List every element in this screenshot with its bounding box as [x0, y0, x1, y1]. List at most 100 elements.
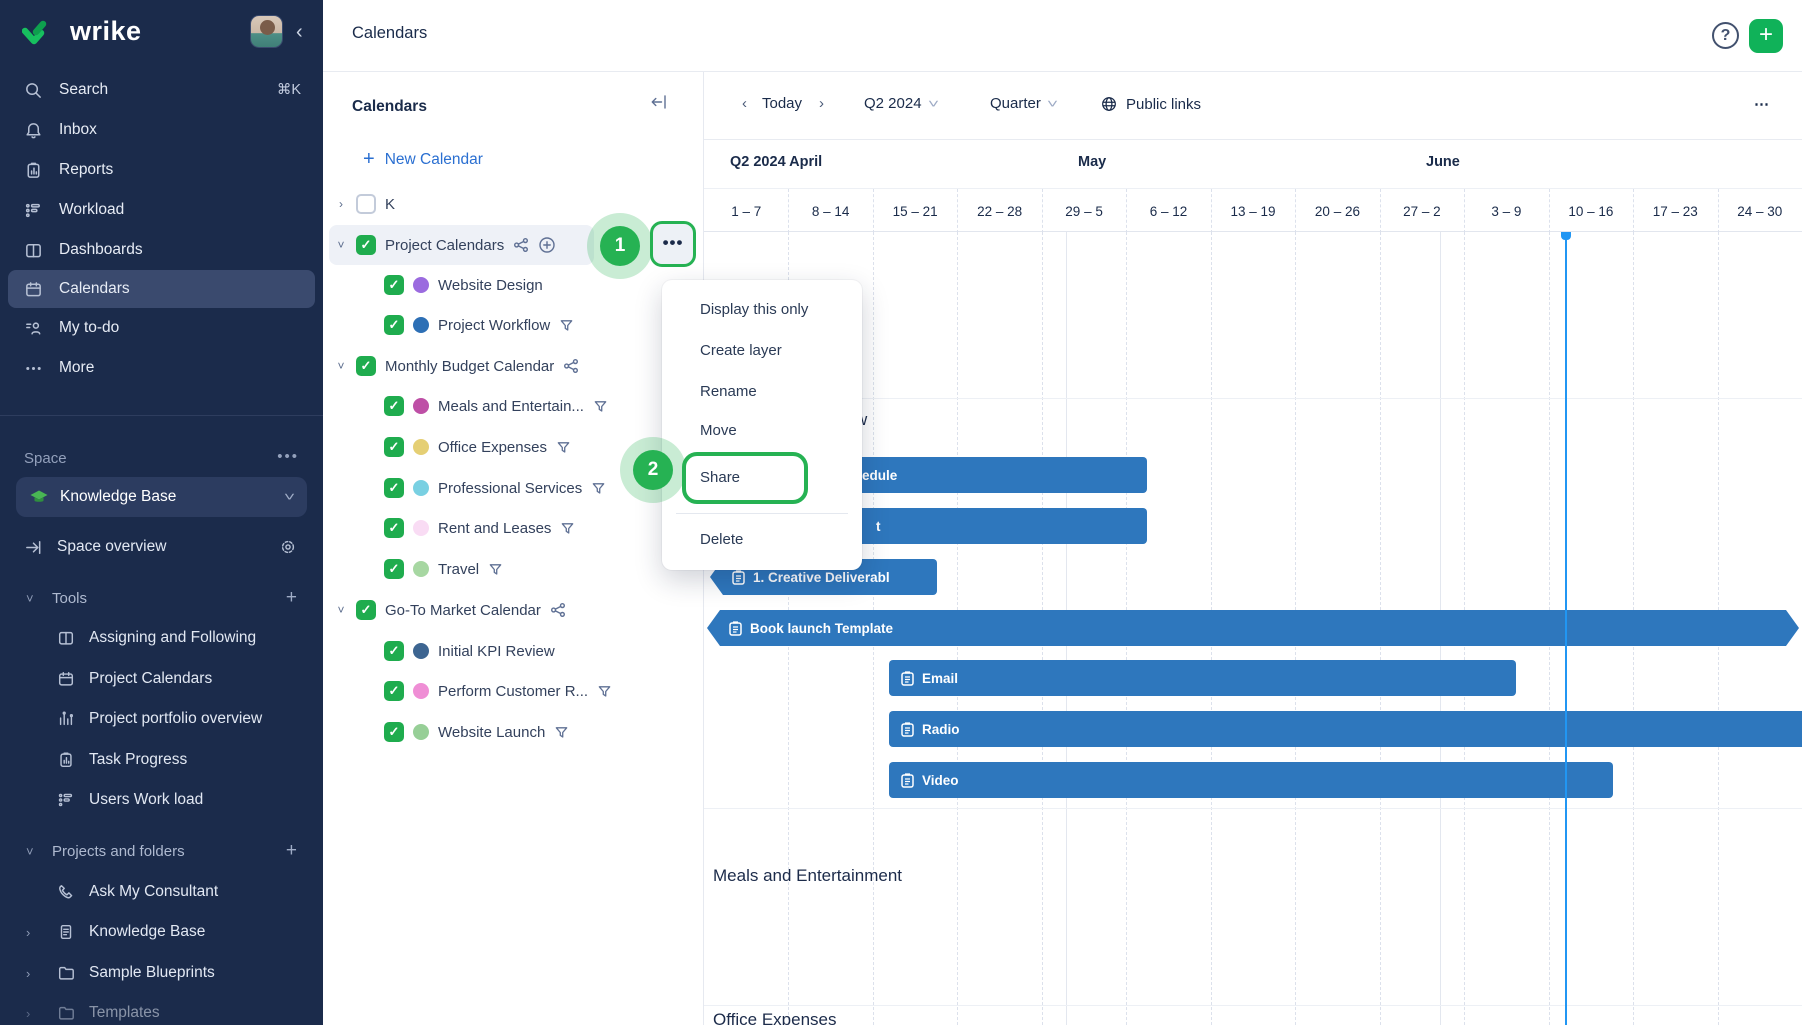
- task-bar-video[interactable]: Video: [889, 762, 1613, 798]
- share-icon[interactable]: [563, 358, 579, 374]
- task-bar-radio[interactable]: Radio: [889, 711, 1802, 747]
- checkbox-checked[interactable]: ✓: [384, 396, 404, 416]
- sidebar-item-knowledge-base-folder[interactable]: › Knowledge Base: [0, 912, 323, 952]
- checkbox-checked[interactable]: ✓: [384, 437, 404, 457]
- task-bar-book-launch-template[interactable]: Book launch Template: [707, 610, 1799, 646]
- week-cell[interactable]: 8 – 14: [788, 189, 872, 233]
- menu-item-display-this-only[interactable]: Display this only: [662, 290, 862, 330]
- sidebar-item-templates[interactable]: › Templates: [0, 993, 323, 1025]
- checkbox-checked[interactable]: ✓: [356, 600, 376, 620]
- filter-icon[interactable]: [559, 318, 574, 333]
- gear-icon[interactable]: [279, 538, 297, 556]
- week-cell[interactable]: 13 – 19: [1211, 189, 1295, 233]
- menu-item-delete[interactable]: Delete: [662, 520, 862, 560]
- filter-icon[interactable]: [591, 481, 606, 496]
- create-button[interactable]: +: [1749, 19, 1783, 53]
- period-selector[interactable]: Q2 2024 ˅: [864, 95, 937, 112]
- new-calendar-button[interactable]: + New Calendar: [363, 148, 483, 171]
- public-links-button[interactable]: Public links: [1100, 95, 1201, 113]
- week-cell[interactable]: 1 – 7: [704, 189, 788, 233]
- week-cell[interactable]: 3 – 9: [1464, 189, 1548, 233]
- tree-row-website-design[interactable]: ✓ Website Design: [323, 265, 704, 305]
- sidebar-item-assigning-and-following[interactable]: Assigning and Following: [0, 618, 323, 658]
- sidebar-item-search[interactable]: Search ⌘K: [0, 70, 323, 110]
- add-project-icon[interactable]: +: [286, 840, 297, 862]
- next-period-icon[interactable]: ›: [819, 95, 824, 112]
- week-cell[interactable]: 6 – 12: [1126, 189, 1210, 233]
- menu-item-rename[interactable]: Rename: [662, 372, 862, 412]
- week-cell[interactable]: 29 – 5: [1042, 189, 1126, 233]
- sidebar-item-my-todo[interactable]: My to-do: [0, 308, 323, 348]
- week-cell[interactable]: 27 – 2: [1380, 189, 1464, 233]
- checkbox-unchecked[interactable]: [356, 194, 376, 214]
- menu-item-create-layer[interactable]: Create layer: [662, 331, 862, 371]
- filter-icon[interactable]: [556, 440, 571, 455]
- sidebar-item-project-calendars[interactable]: Project Calendars: [0, 659, 323, 699]
- checkbox-checked[interactable]: ✓: [356, 235, 376, 255]
- tree-row-website-launch[interactable]: ✓ Website Launch: [323, 712, 704, 752]
- menu-item-share[interactable]: Share: [686, 456, 804, 500]
- sidebar-item-reports[interactable]: Reports: [0, 150, 323, 190]
- timeline-more-button[interactable]: ⋯: [1754, 95, 1770, 113]
- checkbox-checked[interactable]: ✓: [384, 559, 404, 579]
- projects-and-folders-section-header[interactable]: ˅ Projects and folders +: [0, 831, 323, 871]
- checkbox-checked[interactable]: ✓: [384, 681, 404, 701]
- space-selector[interactable]: Knowledge Base ˅: [16, 477, 307, 517]
- sidebar-item-inbox[interactable]: Inbox: [0, 110, 323, 150]
- week-cell[interactable]: 24 – 30: [1718, 189, 1802, 233]
- week-cell[interactable]: 22 – 28: [957, 189, 1041, 233]
- tree-row-meals-and-entertainment[interactable]: ✓ Meals and Entertain...: [323, 386, 704, 426]
- space-more-icon[interactable]: •••: [277, 448, 299, 465]
- sidebar-item-workload[interactable]: Workload: [0, 190, 323, 230]
- zoom-selector[interactable]: Quarter ˅: [990, 95, 1056, 112]
- checkbox-checked[interactable]: ✓: [384, 315, 404, 335]
- checkbox-checked[interactable]: ✓: [384, 478, 404, 498]
- share-icon[interactable]: [550, 602, 566, 618]
- checkbox-checked[interactable]: ✓: [384, 275, 404, 295]
- sidebar-item-project-portfolio-overview[interactable]: Project portfolio overview: [0, 699, 323, 739]
- tree-row-initial-kpi-review[interactable]: ✓ Initial KPI Review: [323, 631, 704, 671]
- week-cell[interactable]: 20 – 26: [1295, 189, 1379, 233]
- add-tool-icon[interactable]: +: [286, 587, 297, 609]
- tree-row-k[interactable]: › K: [323, 184, 704, 224]
- checkbox-checked[interactable]: ✓: [384, 641, 404, 661]
- filter-icon[interactable]: [488, 562, 503, 577]
- tree-row-perform-customer-research[interactable]: ✓ Perform Customer R...: [323, 671, 704, 711]
- checkbox-checked[interactable]: ✓: [384, 518, 404, 538]
- share-icon[interactable]: [513, 237, 529, 253]
- sidebar-item-ask-my-consultant[interactable]: Ask My Consultant: [0, 872, 323, 912]
- sidebar-item-more[interactable]: More: [0, 348, 323, 388]
- tree-row-project-calendars[interactable]: ˅ ✓ Project Calendars: [323, 225, 704, 265]
- sidebar-item-sample-blueprints[interactable]: › Sample Blueprints: [0, 953, 323, 993]
- sidebar-item-dashboards[interactable]: Dashboards: [0, 230, 323, 270]
- filter-icon[interactable]: [593, 399, 608, 414]
- tree-row-monthly-budget-calendar[interactable]: ˅ ✓ Monthly Budget Calendar: [323, 346, 704, 386]
- week-cell[interactable]: 17 – 23: [1633, 189, 1717, 233]
- week-cell[interactable]: 10 – 16: [1549, 189, 1633, 233]
- calendar-options-button[interactable]: •••: [650, 221, 696, 267]
- menu-item-move[interactable]: Move: [662, 411, 862, 451]
- tools-section-header[interactable]: ˅ Tools +: [0, 578, 323, 618]
- sidebar-item-task-progress[interactable]: Task Progress: [0, 740, 323, 780]
- sidebar-collapse-icon[interactable]: ‹: [296, 22, 303, 42]
- filter-icon[interactable]: [560, 521, 575, 536]
- sidebar-item-space-overview[interactable]: Space overview: [0, 527, 323, 567]
- task-bar-email[interactable]: Email: [889, 660, 1516, 696]
- sidebar-item-users-work-load[interactable]: Users Work load: [0, 780, 323, 820]
- add-calendar-icon[interactable]: [538, 236, 556, 254]
- checkbox-checked[interactable]: ✓: [356, 356, 376, 376]
- avatar[interactable]: [250, 15, 283, 48]
- tree-row-travel[interactable]: ✓ Travel: [323, 549, 704, 589]
- prev-period-icon[interactable]: ‹: [742, 95, 747, 112]
- filter-icon[interactable]: [554, 725, 569, 740]
- checkbox-checked[interactable]: ✓: [384, 722, 404, 742]
- help-button[interactable]: ?: [1712, 22, 1739, 49]
- tree-row-project-workflow[interactable]: ✓ Project Workflow: [323, 305, 704, 345]
- tree-row-go-to-market-calendar[interactable]: ˅ ✓ Go-To Market Calendar: [323, 590, 704, 630]
- filter-icon[interactable]: [597, 684, 612, 699]
- collapse-panel-icon[interactable]: [649, 92, 669, 112]
- wrike-logo[interactable]: wrike: [22, 16, 142, 47]
- today-button[interactable]: Today: [762, 95, 802, 112]
- week-cell[interactable]: 15 – 21: [873, 189, 957, 233]
- sidebar-item-calendars[interactable]: Calendars: [8, 270, 315, 308]
